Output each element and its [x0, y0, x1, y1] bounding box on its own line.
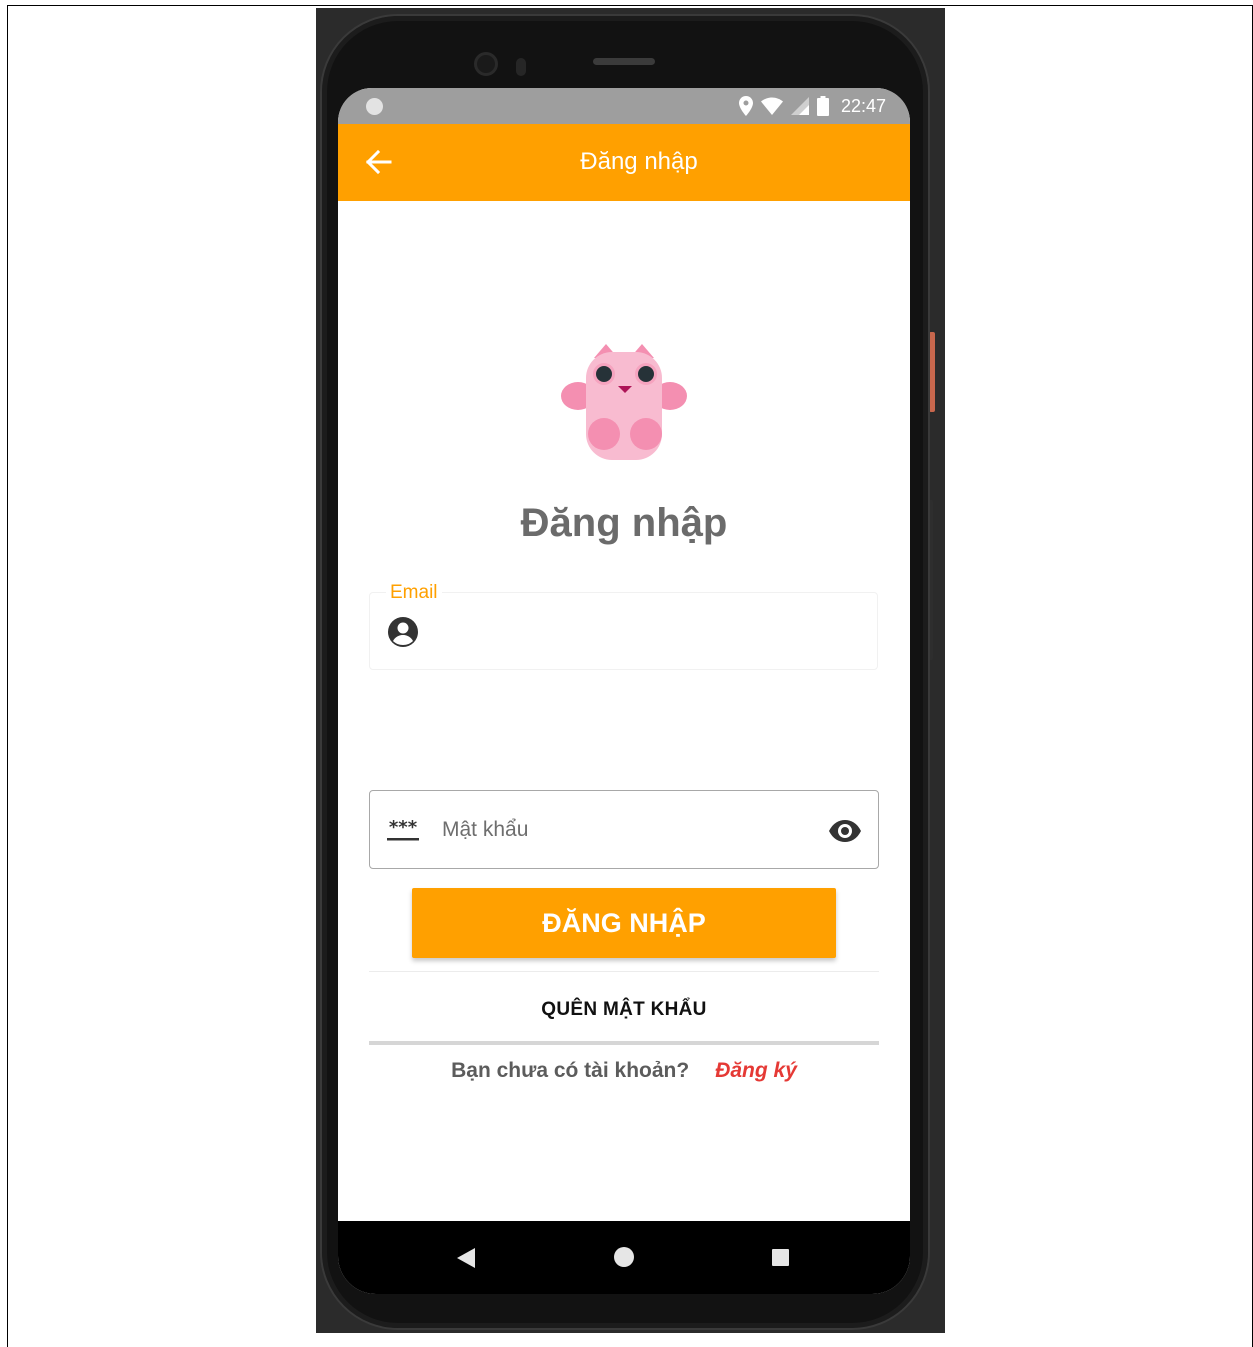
login-heading: Đăng nhập	[520, 501, 728, 545]
divider	[369, 971, 879, 972]
signal-icon	[790, 97, 809, 115]
password-field[interactable]: ***	[369, 790, 879, 869]
pink-cat-mascot-icon	[561, 344, 687, 460]
eye-icon[interactable]	[828, 815, 862, 847]
nav-home-icon[interactable]	[614, 1247, 634, 1267]
wifi-icon	[760, 97, 783, 115]
earpiece-speaker	[593, 58, 655, 65]
forgot-password-button[interactable]: QUÊN MẬT KHẨU	[369, 985, 879, 1035]
register-link[interactable]: Đăng ký	[715, 1059, 797, 1082]
email-field[interactable]: Email	[369, 582, 878, 670]
register-row: Bạn chưa có tài khoản? Đăng ký	[338, 1059, 910, 1083]
register-question: Bạn chưa có tài khoản?	[451, 1059, 690, 1082]
front-camera	[474, 52, 498, 76]
location-icon	[738, 96, 753, 116]
camera-sensor	[516, 58, 526, 76]
app-bar-title: Đăng nhập	[580, 148, 698, 175]
login-button[interactable]: ĐĂNG NHẬP	[412, 888, 836, 958]
svg-text:***: ***	[389, 819, 418, 838]
email-label: Email	[386, 582, 442, 604]
status-time: 22:47	[840, 95, 886, 116]
app-bar: Đăng nhập	[338, 124, 910, 201]
system-nav-bar	[338, 1221, 910, 1294]
status-bar: 22:47	[338, 88, 910, 124]
status-icons: 22:47	[738, 94, 886, 118]
notification-dot-icon	[366, 98, 383, 115]
nav-back-icon[interactable]	[457, 1248, 475, 1268]
phone-screen: 22:47 Đăng nhập Đăng nhập Email *** ĐĂNG…	[338, 88, 910, 1294]
password-input[interactable]	[442, 811, 812, 849]
login-content: Đăng nhập Email *** ĐĂNG NHẬP QUÊN MẬT K…	[338, 201, 910, 1221]
password-dots-icon: ***	[387, 819, 419, 841]
account-circle-icon	[388, 617, 418, 647]
email-input[interactable]	[430, 613, 850, 651]
nav-recents-icon[interactable]	[772, 1249, 789, 1266]
battery-icon	[816, 96, 829, 116]
divider	[369, 1041, 879, 1045]
